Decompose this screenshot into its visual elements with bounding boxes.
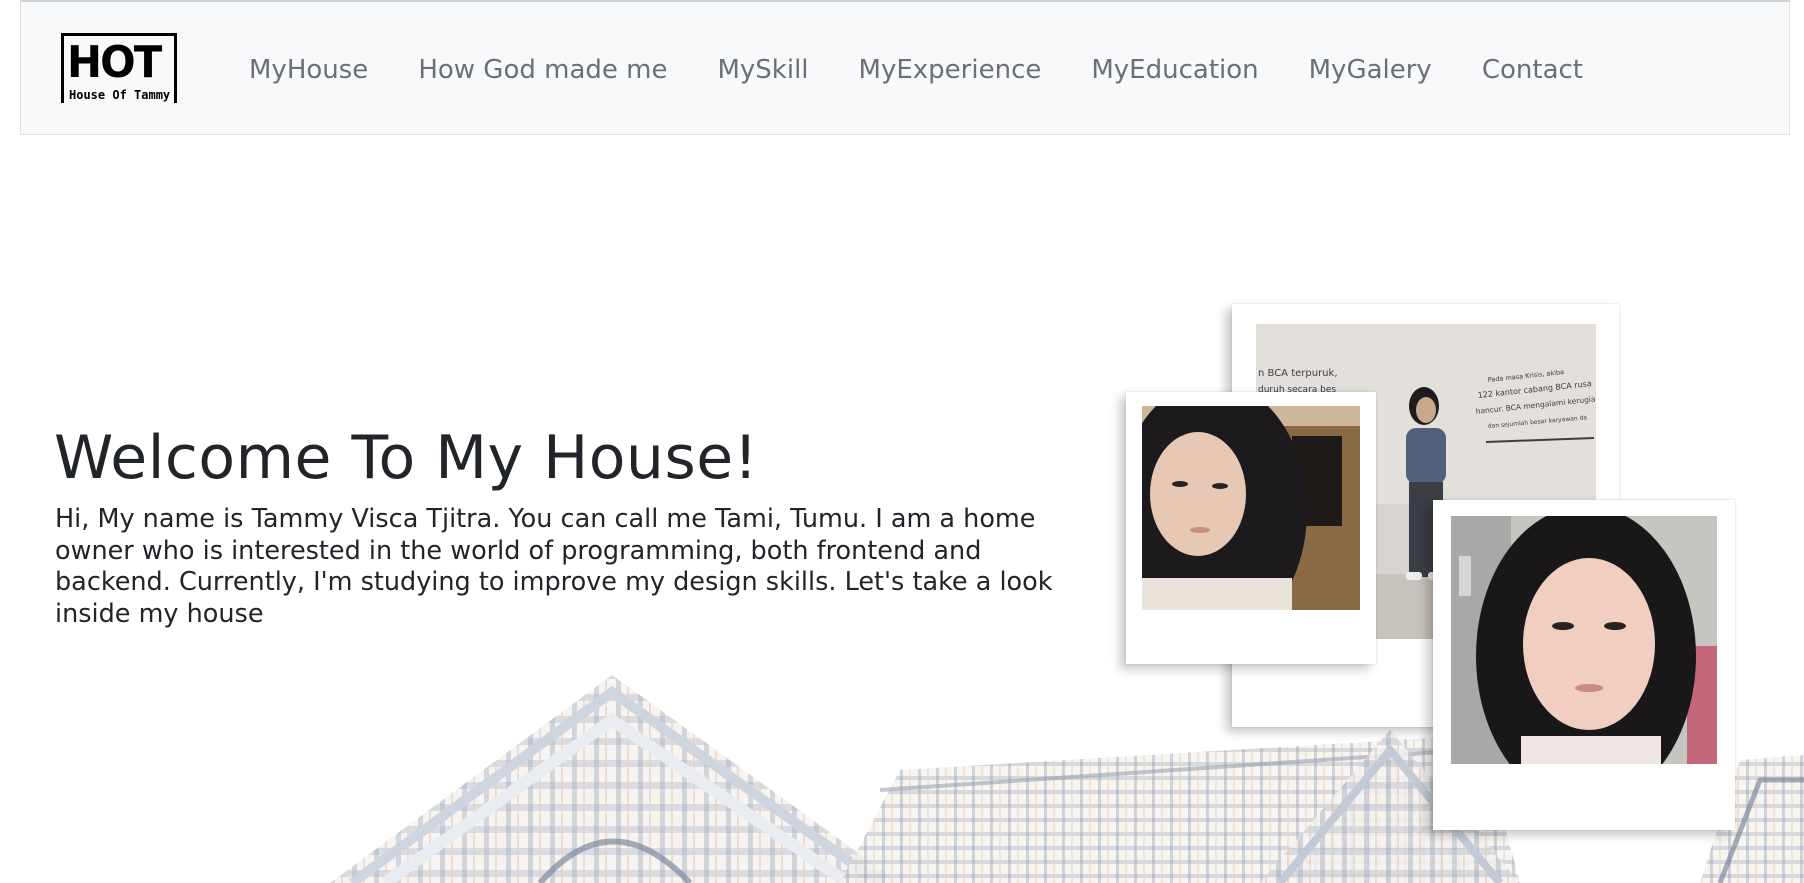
polaroid-selfie-right (1433, 500, 1735, 830)
nav-links: MyHouse How God made me MySkill MyExperi… (249, 2, 1633, 137)
nav-link-myskill[interactable]: MySkill (717, 55, 808, 85)
nav-link-myeducation[interactable]: MyEducation (1091, 55, 1258, 85)
navbar: HOT House Of Tammy MyHouse How God made … (20, 0, 1790, 135)
logo-title: HOT (67, 37, 162, 88)
nav-link-mygalery[interactable]: MyGalery (1309, 55, 1432, 85)
polaroid-selfie-left (1126, 392, 1376, 664)
exhibit-text-line1: n BCA terpuruk, (1258, 368, 1338, 379)
nav-link-contact[interactable]: Contact (1482, 55, 1583, 85)
logo[interactable]: HOT House Of Tammy (61, 33, 179, 107)
hero-intro-text: Hi, My name is Tammy Visca Tjitra. You c… (55, 504, 1053, 629)
logo-subtitle: House Of Tammy (69, 88, 171, 102)
nav-link-how-god-made-me[interactable]: How God made me (418, 55, 667, 85)
nav-link-myhouse[interactable]: MyHouse (249, 55, 368, 85)
nav-link-myexperience[interactable]: MyExperience (859, 55, 1042, 85)
photo-selfie-right (1451, 516, 1717, 764)
hero-title: Welcome To My House! (54, 423, 759, 493)
photo-selfie-left (1142, 406, 1360, 610)
